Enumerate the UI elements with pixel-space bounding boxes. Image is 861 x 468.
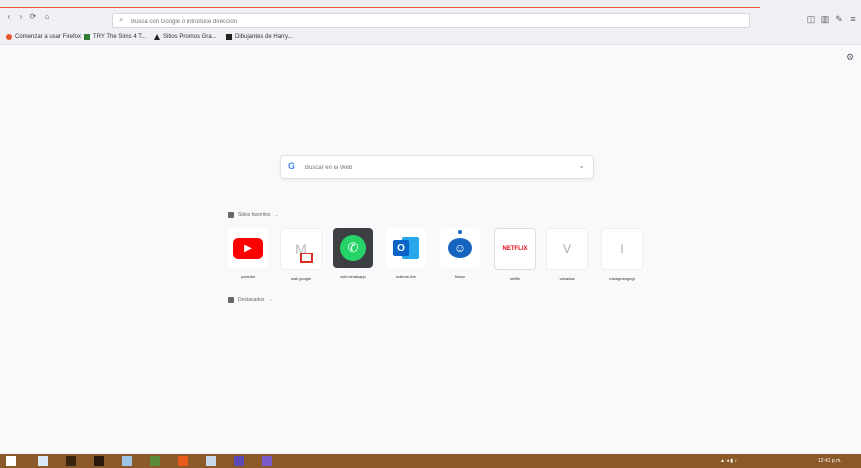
robot-icon: ☺	[440, 228, 480, 268]
bookmark-item[interactable]: Sitios Promos Gra...	[154, 32, 217, 42]
bookmark-item[interactable]: TRY The Sims 4 T...	[84, 32, 146, 42]
windows-taskbar: ▲ ◂ ▮ ♪ 12:41 p.m.	[0, 454, 861, 468]
top-site-tile-youtube[interactable]: ▶ youtube	[226, 228, 270, 279]
bookmark-label: Sitios Promos Gra...	[163, 34, 217, 40]
highlights-icon	[228, 297, 234, 303]
start-icon[interactable]	[6, 456, 16, 466]
whatsapp-icon: ✆	[333, 228, 373, 268]
bookmarks-bar: Comenzar a usar Firefox TRY The Sims 4 T…	[0, 30, 861, 45]
tile-letter: I	[620, 242, 624, 256]
tile-label: mail.google	[290, 276, 312, 281]
web-search-box[interactable]: G ⌄	[280, 155, 594, 179]
highlights-header[interactable]: Destacados ⌄	[228, 297, 273, 303]
settings-gear-icon[interactable]: ⚙	[846, 52, 854, 63]
bookmark-favicon-icon	[154, 34, 160, 40]
reload-button[interactable]: ⟳	[28, 12, 38, 22]
extensions-icon[interactable]: ✎	[834, 14, 844, 24]
top-sites-header[interactable]: Sitios favoritos ⌄	[228, 212, 279, 218]
bookmark-label: Dibujantes de Harry...	[235, 34, 293, 40]
bookmark-item[interactable]: Dibujantes de Harry...	[226, 32, 293, 42]
google-icon: G	[288, 161, 296, 171]
chevron-down-icon: ⌄	[274, 212, 279, 218]
pocket-icon[interactable]: ◫	[806, 14, 816, 24]
letter-v-icon: V	[546, 228, 588, 270]
taskbar-clock[interactable]: 12:41 p.m.	[818, 456, 842, 466]
tile-label: vanadas	[559, 276, 575, 281]
gmail-envelope-icon	[300, 253, 313, 263]
bookmark-label: TRY The Sims 4 T...	[93, 34, 147, 40]
youtube-play-button: ▶	[233, 237, 263, 259]
search-icon: ⌕	[119, 15, 124, 24]
play-icon: ▶	[244, 242, 252, 254]
tile-label: netflix	[509, 276, 521, 281]
top-site-tile-netflix[interactable]: NETFLIX netflix	[493, 228, 537, 281]
taskbar-app-icon[interactable]	[206, 456, 216, 466]
back-button[interactable]: ‹	[4, 12, 14, 22]
tile-label: outlook.live	[395, 274, 416, 279]
bookmark-item[interactable]: Comenzar a usar Firefox	[6, 32, 81, 42]
taskbar-app-icon[interactable]	[66, 456, 76, 466]
top-site-tile-vanadas[interactable]: V vanadas	[545, 228, 589, 281]
tile-letter: V	[562, 242, 571, 256]
phone-icon: ✆	[347, 240, 359, 255]
tile-label: youtube	[240, 274, 256, 279]
taskbar-app-icon[interactable]	[38, 456, 48, 466]
robot-antenna	[458, 230, 462, 234]
taskbar-app-icon[interactable]	[178, 456, 188, 466]
taskbar-app-icon[interactable]	[150, 456, 160, 466]
taskbar-app-icon[interactable]	[94, 456, 104, 466]
toolbar-accent-line	[0, 7, 760, 8]
top-site-tile-gmail[interactable]: M mail.google	[279, 228, 323, 281]
url-bar[interactable]: ⌕	[112, 13, 750, 29]
netflix-logo: NETFLIX	[502, 246, 528, 252]
bookmark-favicon-icon	[84, 34, 90, 40]
top-sites-title: Sitios favoritos	[238, 212, 271, 218]
top-site-tile-instagram[interactable]: I instagramgogi	[600, 228, 644, 281]
highlights-title: Destacados	[238, 297, 265, 303]
bookmark-favicon-icon	[226, 34, 232, 40]
menu-icon[interactable]: ≡	[848, 14, 858, 24]
bookmark-favicon-icon	[6, 34, 12, 40]
taskbar-app-icon[interactable]	[262, 456, 272, 466]
chevron-down-icon: ⌄	[268, 297, 273, 303]
whatsapp-bubble: ✆	[340, 235, 366, 261]
bookmark-label: Comenzar a usar Firefox	[15, 34, 82, 40]
youtube-icon: ▶	[228, 228, 268, 268]
taskbar-app-icon[interactable]	[234, 456, 244, 466]
top-site-tile-fixeye[interactable]: ☺ fixeye	[438, 228, 482, 279]
url-input[interactable]	[129, 14, 733, 29]
letter-i-icon: I	[601, 228, 643, 270]
tile-label: web.whatsapp	[340, 274, 366, 279]
outlook-letter-box: O	[393, 240, 409, 256]
home-button[interactable]: ⌂	[42, 12, 52, 22]
top-site-tile-outlook[interactable]: O outlook.live	[384, 228, 428, 279]
web-search-input[interactable]	[303, 159, 567, 176]
outlook-letter: O	[397, 242, 405, 254]
forward-button[interactable]: ›	[16, 12, 26, 22]
sidebar-icon[interactable]: ▥	[820, 14, 830, 24]
robot-face: ☺	[453, 241, 467, 255]
top-site-tile-whatsapp[interactable]: ✆ web.whatsapp	[331, 228, 375, 279]
taskbar-app-icon[interactable]	[122, 456, 132, 466]
outlook-icon: O	[386, 228, 426, 268]
robot-head: ☺	[448, 238, 472, 258]
browser-toolbar: ‹ › ⟳ ⌂ ⌕ ◫ ▥ ✎ ≡	[0, 0, 861, 30]
netflix-icon: NETFLIX	[494, 228, 536, 270]
search-dropdown-icon[interactable]: ⌄	[578, 161, 585, 170]
system-tray-icons[interactable]: ▲ ◂ ▮ ♪	[720, 456, 737, 466]
tile-label: fixeye	[454, 274, 466, 279]
tile-label: instagramgogi	[609, 276, 635, 281]
gmail-icon: M	[280, 228, 322, 270]
top-sites-icon	[228, 212, 234, 218]
